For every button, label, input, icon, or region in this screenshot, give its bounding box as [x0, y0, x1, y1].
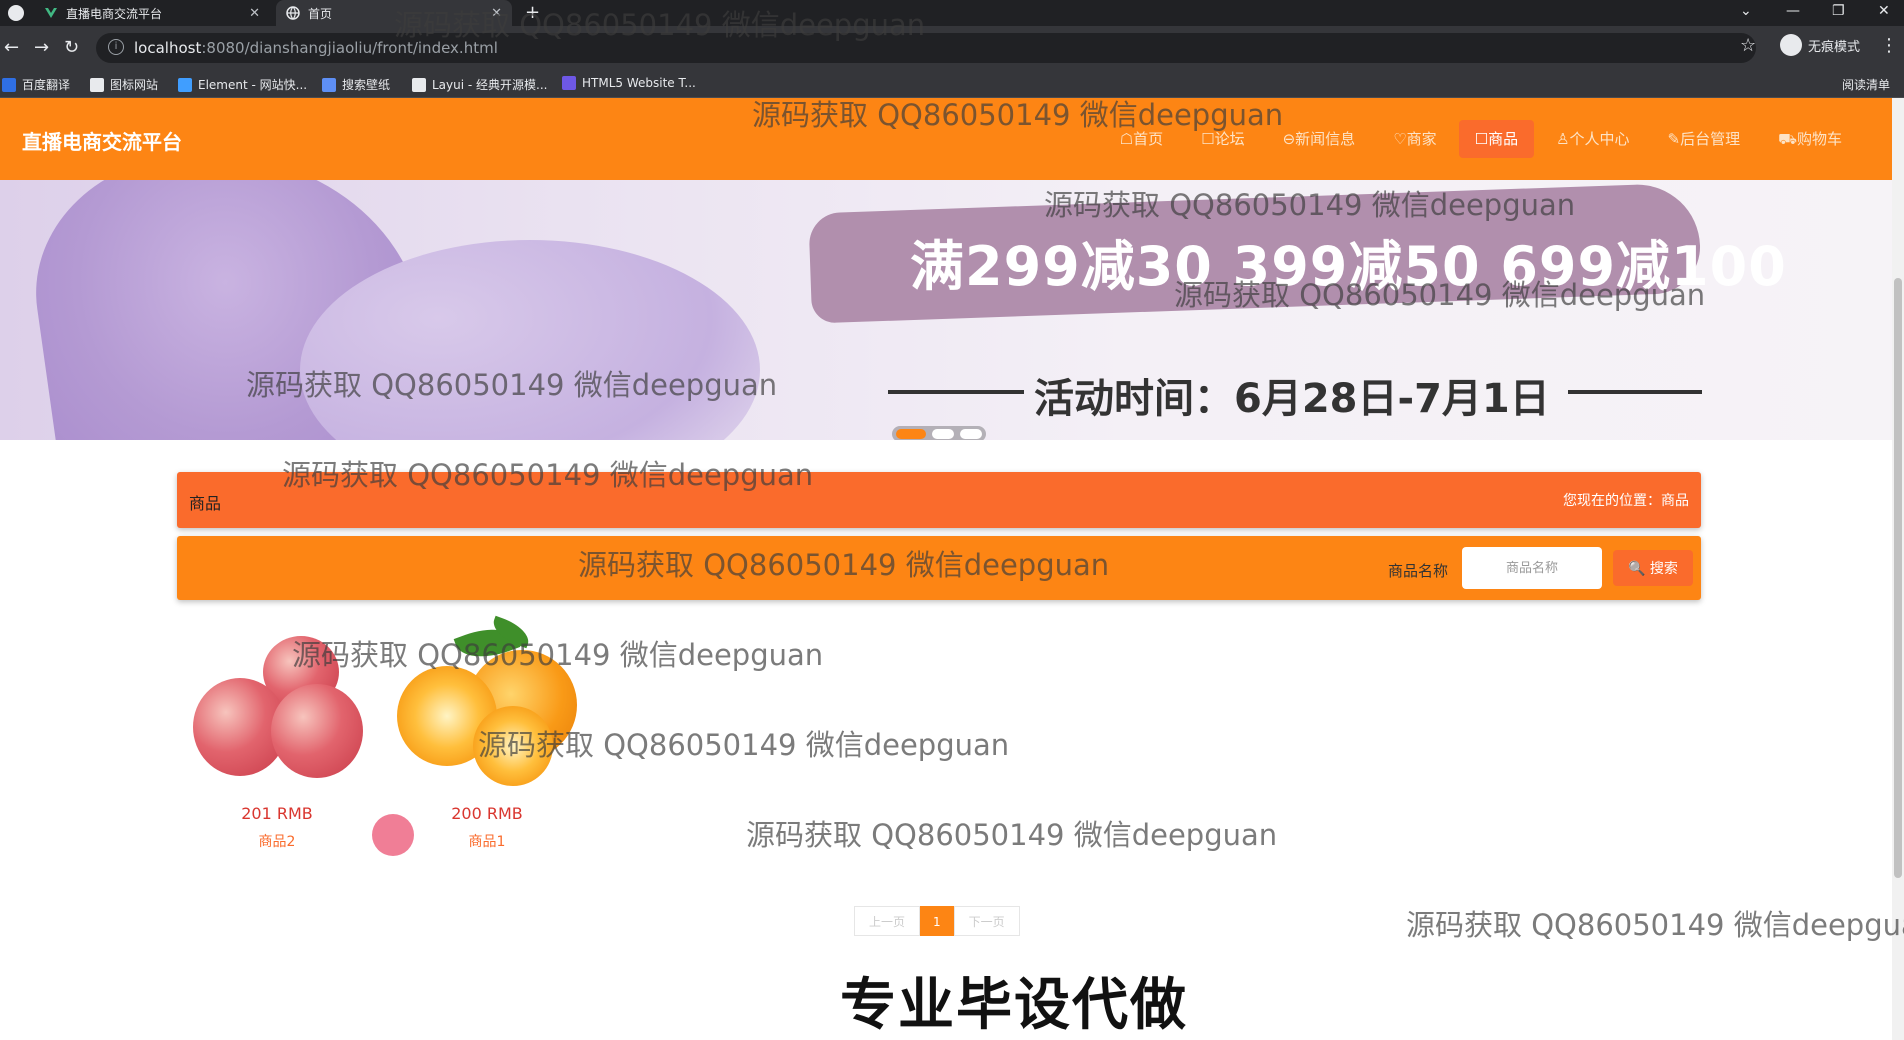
layui-icon [412, 77, 426, 92]
browser-menu-icon[interactable]: ⋮ [1880, 35, 1898, 56]
scrollbar-thumb[interactable] [1894, 278, 1902, 878]
bookmark-element[interactable]: Element - 网站快... [178, 76, 307, 93]
goods-price: 200 RMB [451, 804, 523, 823]
tab-home[interactable]: 首页 ✕ [276, 0, 512, 26]
goods-name[interactable]: 商品2 [177, 831, 377, 851]
bookmark-html5[interactable]: HTML5 Website T... [562, 76, 696, 90]
reload-icon[interactable]: ↻ [64, 37, 79, 58]
bookmark-label: 搜索壁纸 [342, 78, 391, 92]
close-tab-icon[interactable]: ✕ [249, 6, 260, 21]
banner-divider-left [888, 390, 1024, 394]
url-host: localhost [134, 39, 202, 57]
bookmark-baidu-translate[interactable]: 百度翻译 [2, 76, 70, 93]
site-brand[interactable]: 直播电商交流平台 [22, 126, 182, 155]
main-nav: ☖首页 ☐论坛 ⊖新闻信息 ♡商家 ☐商品 ♙个人中心 ✎后台管理 ⛟购物车 [1104, 120, 1858, 158]
tab-search-icon[interactable]: ⌄ [1740, 3, 1752, 19]
nav-news[interactable]: ⊖新闻信息 [1267, 120, 1372, 158]
section-title: 商品 [189, 494, 222, 513]
new-tab-button[interactable]: + [525, 2, 540, 23]
page-scrollbar[interactable] [1892, 98, 1904, 1040]
bookmarks-bar: 百度翻译 图标网站 Element - 网站快... 搜索壁纸 Layui - … [0, 70, 1904, 98]
goods-image-oranges[interactable] [387, 615, 587, 790]
translate-icon [2, 77, 16, 92]
back-icon[interactable]: ← [4, 37, 19, 58]
address-bar-row: ← → ↻ i localhost:8080/dianshangjiaoliu/… [0, 26, 1904, 70]
bookmark-label: 图标网站 [110, 78, 159, 92]
element-icon [178, 77, 192, 92]
wallpaper-icon [322, 77, 336, 92]
nav-home[interactable]: ☖首页 [1104, 120, 1179, 158]
search-bar: 商品名称 🔍 搜索 [177, 536, 1701, 600]
nav-admin[interactable]: ✎后台管理 [1652, 120, 1757, 158]
page-1-button[interactable]: 1 [920, 906, 954, 936]
next-page-button[interactable]: 下一页 [953, 906, 1020, 936]
reading-list[interactable]: 阅读清单 [1842, 76, 1890, 93]
html5-icon [562, 76, 576, 90]
video-caption: 专业毕设代做 [840, 973, 1188, 1038]
bookmark-icon-site[interactable]: 图标网站 [90, 76, 158, 93]
nav-goods[interactable]: ☐商品 [1458, 120, 1535, 158]
breadcrumb: 您现在的位置：商品 [1563, 493, 1689, 509]
tab-title: 首页 [308, 6, 333, 21]
site-header: 直播电商交流平台 ☖首页 ☐论坛 ⊖新闻信息 ♡商家 ☐商品 ♙个人中心 ✎后台… [0, 98, 1892, 180]
restore-icon[interactable]: ❐ [1832, 3, 1845, 19]
nav-merchants[interactable]: ♡商家 [1377, 120, 1452, 158]
bookmark-label: Element - 网站快... [198, 78, 308, 92]
carousel-dot[interactable] [896, 429, 926, 439]
close-tab-icon[interactable]: ✕ [491, 6, 502, 21]
globe-favicon-icon [286, 6, 300, 20]
carousel-dot[interactable] [960, 429, 982, 439]
promo-carousel[interactable]: 满299减30 399减50 699减100 活动时间：6月28日-7月1日 [0, 180, 1892, 440]
minimize-icon[interactable]: — [1786, 3, 1800, 19]
cursor-highlight [372, 814, 414, 856]
banner-promo-text: 满299减30 399减50 699减100 [910, 235, 1787, 298]
banner-divider-right [1568, 390, 1702, 394]
carousel-dot[interactable] [932, 429, 954, 439]
search-label: 商品名称 [1388, 562, 1449, 580]
tab-platform[interactable]: 直播电商交流平台 ✕ [34, 0, 270, 26]
goods-section-header: 商品 您现在的位置：商品 [177, 472, 1701, 528]
url-input[interactable]: i localhost:8080/dianshangjiaoliu/front/… [96, 33, 1756, 63]
close-window-icon[interactable]: ✕ [1878, 3, 1890, 19]
url-path: :8080/dianshangjiaoliu/front/index.html [201, 39, 498, 57]
profile-label: 无痕模式 [1808, 39, 1861, 55]
goods-price: 201 RMB [241, 804, 313, 823]
nav-profile[interactable]: ♙个人中心 [1540, 120, 1645, 158]
chrome-menu-icon[interactable] [8, 5, 24, 21]
prev-page-button[interactable]: 上一页 [854, 906, 921, 936]
incognito-icon [1780, 34, 1802, 56]
bookmark-star-icon[interactable]: ☆ [1740, 35, 1756, 56]
nav-forum[interactable]: ☐论坛 [1185, 120, 1260, 158]
site-info-icon[interactable]: i [108, 39, 124, 55]
banner-time-text: 活动时间：6月28日-7月1日 [1034, 376, 1550, 422]
folder-icon [90, 77, 104, 92]
goods-card[interactable]: 201 RMB 商品2 [177, 620, 377, 851]
goods-name[interactable]: 商品1 [387, 831, 587, 851]
search-button[interactable]: 🔍 搜索 [1613, 550, 1693, 586]
bookmark-label: 百度翻译 [22, 78, 71, 92]
pagination: 上一页 1 下一页 [854, 906, 1020, 936]
nav-cart[interactable]: ⛟购物车 [1762, 120, 1858, 158]
goods-image-apples[interactable] [177, 620, 377, 790]
bookmark-wallpaper[interactable]: 搜索壁纸 [322, 76, 390, 93]
carousel-indicators [892, 426, 986, 440]
goods-card[interactable]: 200 RMB 商品1 [387, 615, 587, 851]
search-input[interactable] [1462, 547, 1602, 589]
tab-title: 直播电商交流平台 [66, 6, 163, 21]
bookmark-label: HTML5 Website T... [582, 76, 696, 90]
bookmark-label: Layui - 经典开源模... [432, 78, 548, 92]
incognito-profile[interactable]: 无痕模式 [1780, 34, 1860, 56]
page-viewport: 直播电商交流平台 ☖首页 ☐论坛 ⊖新闻信息 ♡商家 ☐商品 ♙个人中心 ✎后台… [0, 98, 1892, 1040]
bookmark-layui[interactable]: Layui - 经典开源模... [412, 76, 547, 93]
forward-icon[interactable]: → [34, 37, 49, 58]
browser-tab-bar: 直播电商交流平台 ✕ 首页 ✕ + ⌄ — ❐ ✕ [0, 0, 1904, 26]
vue-favicon-icon [44, 6, 58, 20]
